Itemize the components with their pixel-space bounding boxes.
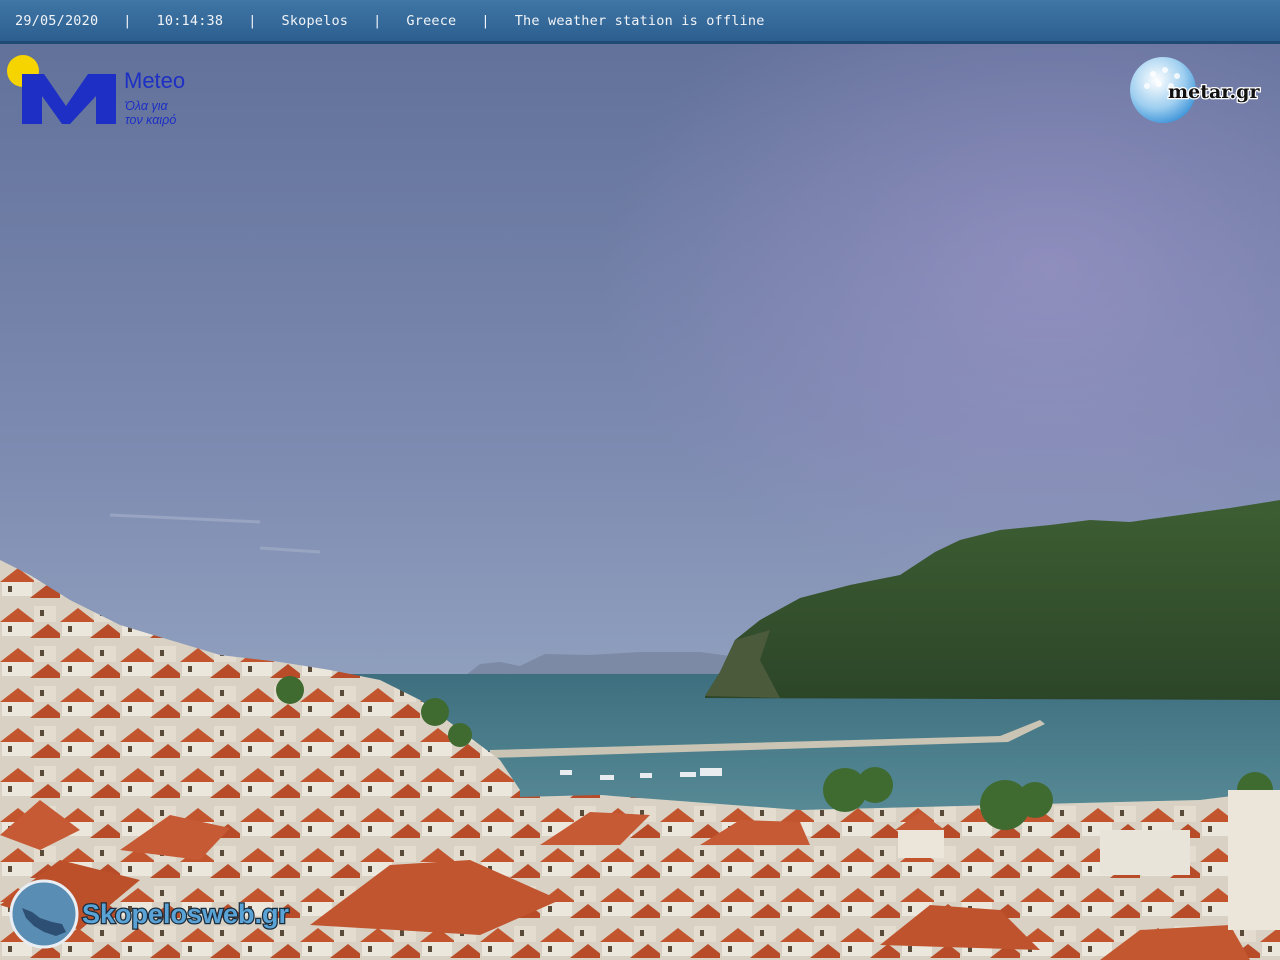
webcam-scene — [0, 0, 1280, 960]
header-separator: | — [373, 13, 382, 29]
meteo-tagline-2: τον καιρό — [125, 113, 176, 127]
meteo-tagline-1: Όλα για — [124, 99, 169, 113]
header-status: The weather station is offline — [514, 13, 765, 29]
metar-name: metar.gr — [1168, 81, 1260, 103]
metar-logo: metar.gr — [1130, 57, 1262, 123]
header-country: Greece — [406, 13, 457, 29]
meteo-name: Meteo — [124, 68, 185, 93]
header-separator: | — [481, 13, 490, 29]
header-date: 29/05/2020 — [15, 13, 99, 29]
island-badge-icon — [9, 879, 79, 949]
meteo-logo: Meteo Όλα για τον καιρό — [7, 55, 185, 127]
header-location: Skopelos — [281, 13, 349, 29]
header-time: 10:14:38 — [156, 13, 224, 29]
skopelosweb-name: Skopelosweb.gr — [82, 899, 290, 929]
header-bar: 29/05/2020 | 10:14:38 | Skopelos | Greec… — [0, 0, 1280, 44]
meteo-m-icon — [22, 74, 116, 124]
header-separator: | — [248, 13, 257, 29]
header-separator: | — [123, 13, 132, 29]
header-text: 29/05/2020 | 10:14:38 | Skopelos | Greec… — [15, 13, 765, 29]
skopelosweb-logo: Skopelosweb.gr — [9, 879, 291, 949]
